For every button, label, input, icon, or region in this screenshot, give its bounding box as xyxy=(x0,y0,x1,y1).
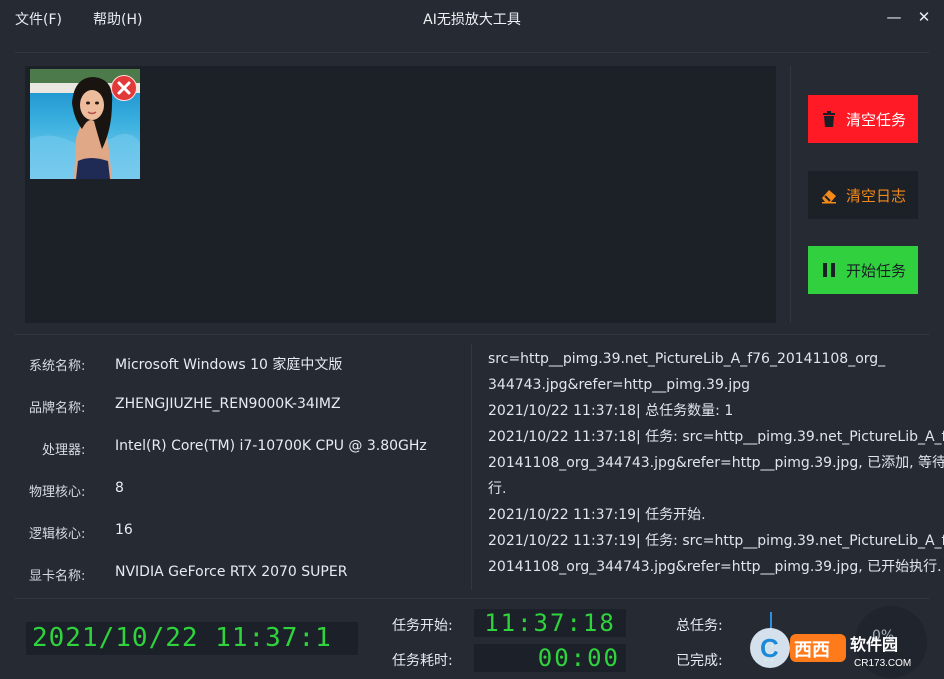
clear-log-label: 清空日志 xyxy=(845,186,906,205)
gpu-label: 显卡名称: xyxy=(29,569,86,584)
actions-divider xyxy=(790,66,791,323)
log-line: 20141108_org_344743.jpg&refer=http__pimg… xyxy=(488,559,942,575)
physical-cores-label: 物理核心: xyxy=(29,485,86,500)
total-tasks-label: 总任务: xyxy=(676,618,723,634)
log-line: 344743.jpg&refer=http__pimg.39.jpg xyxy=(488,377,750,393)
logical-cores-value: 16 xyxy=(115,522,133,538)
close-button[interactable]: ✕ xyxy=(915,8,933,26)
log-line: 20141108_org_344743.jpg&refer=http__pimg… xyxy=(488,455,944,471)
log-line: 2021/10/22 11:37:18| 任务: src=http__pimg.… xyxy=(488,429,944,445)
task-elapsed-display: 00:00 xyxy=(474,644,626,672)
minimize-button[interactable]: — xyxy=(885,8,903,26)
middle-divider xyxy=(15,334,929,335)
remove-image-button[interactable] xyxy=(111,75,137,101)
clear-log-button[interactable]: 清空日志 xyxy=(808,171,918,219)
log-line: 行. xyxy=(488,481,507,497)
log-panel[interactable]: src=http__pimg.39.net_PictureLib_A_f76_2… xyxy=(488,346,944,580)
close-icon xyxy=(117,81,131,95)
svg-text:软件园: 软件园 xyxy=(850,635,898,654)
task-start-display: 11:37:18 xyxy=(474,609,626,637)
cpu-value: Intel(R) Core(TM) i7-10700K CPU @ 3.80GH… xyxy=(115,438,427,454)
os-value: Microsoft Windows 10 家庭中文版 xyxy=(115,357,343,373)
log-line: src=http__pimg.39.net_PictureLib_A_f76_2… xyxy=(488,351,886,367)
pause-icon xyxy=(822,263,835,277)
logical-cores-label: 逻辑核心: xyxy=(29,527,86,542)
log-divider xyxy=(471,344,472,590)
eraser-icon xyxy=(821,190,836,204)
watermark-logo: C 西西 软件园 CR173.COM xyxy=(750,628,911,669)
clear-tasks-label: 清空任务 xyxy=(845,110,906,129)
log-line: 2021/10/22 11:37:18| 总任务数量: 1 xyxy=(488,403,734,419)
clear-tasks-button[interactable]: 清空任务 xyxy=(808,95,918,143)
clock-display: 2021/10/22 11:37:1 xyxy=(26,622,358,655)
svg-text:CR173.COM: CR173.COM xyxy=(854,658,911,669)
physical-cores-value: 8 xyxy=(115,480,124,496)
gpu-value: NVIDIA GeForce RTX 2070 SUPER xyxy=(115,564,348,580)
brand-label: 品牌名称: xyxy=(29,401,86,416)
start-task-label: 开始任务 xyxy=(845,261,906,280)
log-line: 2021/10/22 11:37:19| 任务开始. xyxy=(488,507,706,523)
bottom-divider xyxy=(15,598,929,599)
task-elapsed-label: 任务耗时: xyxy=(392,653,453,669)
brand-value: ZHENGJIUZHE_REN9000K-34IMZ xyxy=(115,396,341,412)
svg-text:西西: 西西 xyxy=(794,640,830,661)
title-divider xyxy=(15,52,929,53)
window-title: AI无损放大工具 xyxy=(423,12,521,28)
start-task-button[interactable]: 开始任务 xyxy=(808,246,918,294)
svg-text:C: C xyxy=(760,633,779,663)
task-start-label: 任务开始: xyxy=(392,618,453,634)
os-label: 系统名称: xyxy=(29,359,86,374)
log-line: 2021/10/22 11:37:19| 任务: src=http__pimg.… xyxy=(488,533,944,549)
cpu-label: 处理器: xyxy=(42,443,86,458)
completed-label: 已完成: xyxy=(676,653,723,669)
trash-icon xyxy=(822,111,835,127)
title-bar: 文件(F) 帮助(H) AI无损放大工具 — ✕ xyxy=(0,0,944,36)
